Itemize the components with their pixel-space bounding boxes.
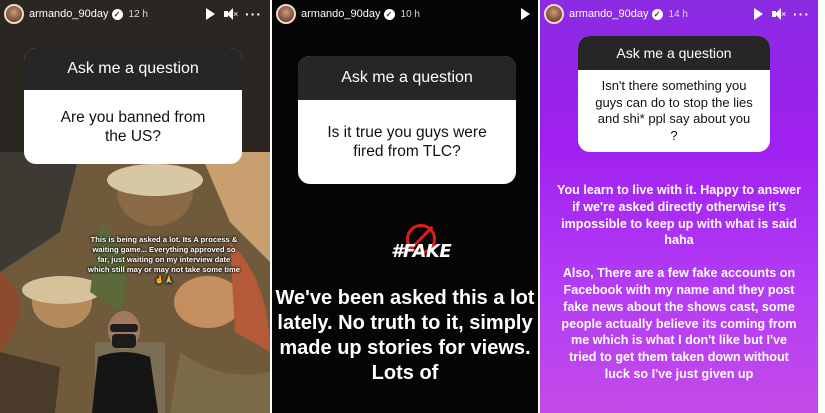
more-options-icon[interactable]: ···	[793, 7, 810, 21]
story-header: armando_90day ✓ 14 h × ···	[540, 0, 818, 28]
play-icon[interactable]	[521, 8, 530, 20]
speaker-muted-icon[interactable]: ×	[772, 8, 786, 20]
play-icon[interactable]	[754, 8, 763, 20]
post-time: 10 h	[400, 8, 420, 20]
verified-badge-icon: ✓	[111, 8, 123, 20]
answer-text: We've been asked this a lot lately. No t…	[275, 287, 535, 384]
play-icon[interactable]	[206, 8, 215, 20]
answer-paragraph-1: You learn to live with it. Happy to answ…	[557, 183, 801, 248]
post-time: 12 h	[128, 8, 148, 20]
question-text: Isn't there something you guys can do to…	[595, 78, 753, 143]
question-text: Are you banned from the US?	[60, 109, 206, 145]
fake-sticker: #FAKE	[383, 222, 463, 282]
question-sticker[interactable]: Ask me a question Are you banned from th…	[24, 48, 242, 164]
verified-badge-icon: ✓	[651, 8, 663, 20]
avatar[interactable]	[4, 4, 24, 24]
question-sticker[interactable]: Ask me a question Isn't there something …	[578, 36, 770, 152]
avatar[interactable]	[276, 4, 296, 24]
username[interactable]: armando_90day	[29, 8, 109, 20]
verified-badge-icon: ✓	[383, 8, 395, 20]
answer-text: This is being asked a lot. Its A process…	[88, 235, 240, 284]
answer-paragraph-2: Also, There are a few fake accounts on F…	[561, 266, 797, 381]
story-header: armando_90day ✓ 10 h	[272, 0, 538, 28]
question-sticker[interactable]: Ask me a question Is it true you guys we…	[298, 56, 516, 184]
question-sticker-title: Ask me a question	[24, 48, 242, 90]
speaker-muted-icon[interactable]: ×	[224, 8, 238, 20]
avatar[interactable]	[544, 4, 564, 24]
username[interactable]: armando_90day	[301, 8, 381, 20]
question-sticker-title: Ask me a question	[578, 36, 770, 70]
fake-label: #FAKE	[391, 241, 452, 262]
story-header: armando_90day ✓ 12 h × ···	[0, 0, 270, 28]
question-text: Is it true you guys were fired from TLC?	[327, 124, 487, 160]
more-options-icon[interactable]: ···	[245, 7, 262, 21]
answer-text: You learn to live with it. Happy to answ…	[556, 182, 802, 383]
question-sticker-title: Ask me a question	[298, 56, 516, 100]
post-time: 14 h	[668, 8, 688, 20]
username[interactable]: armando_90day	[569, 8, 649, 20]
story-1[interactable]: armando_90day ✓ 12 h × ··· Ask me a ques…	[0, 0, 270, 413]
